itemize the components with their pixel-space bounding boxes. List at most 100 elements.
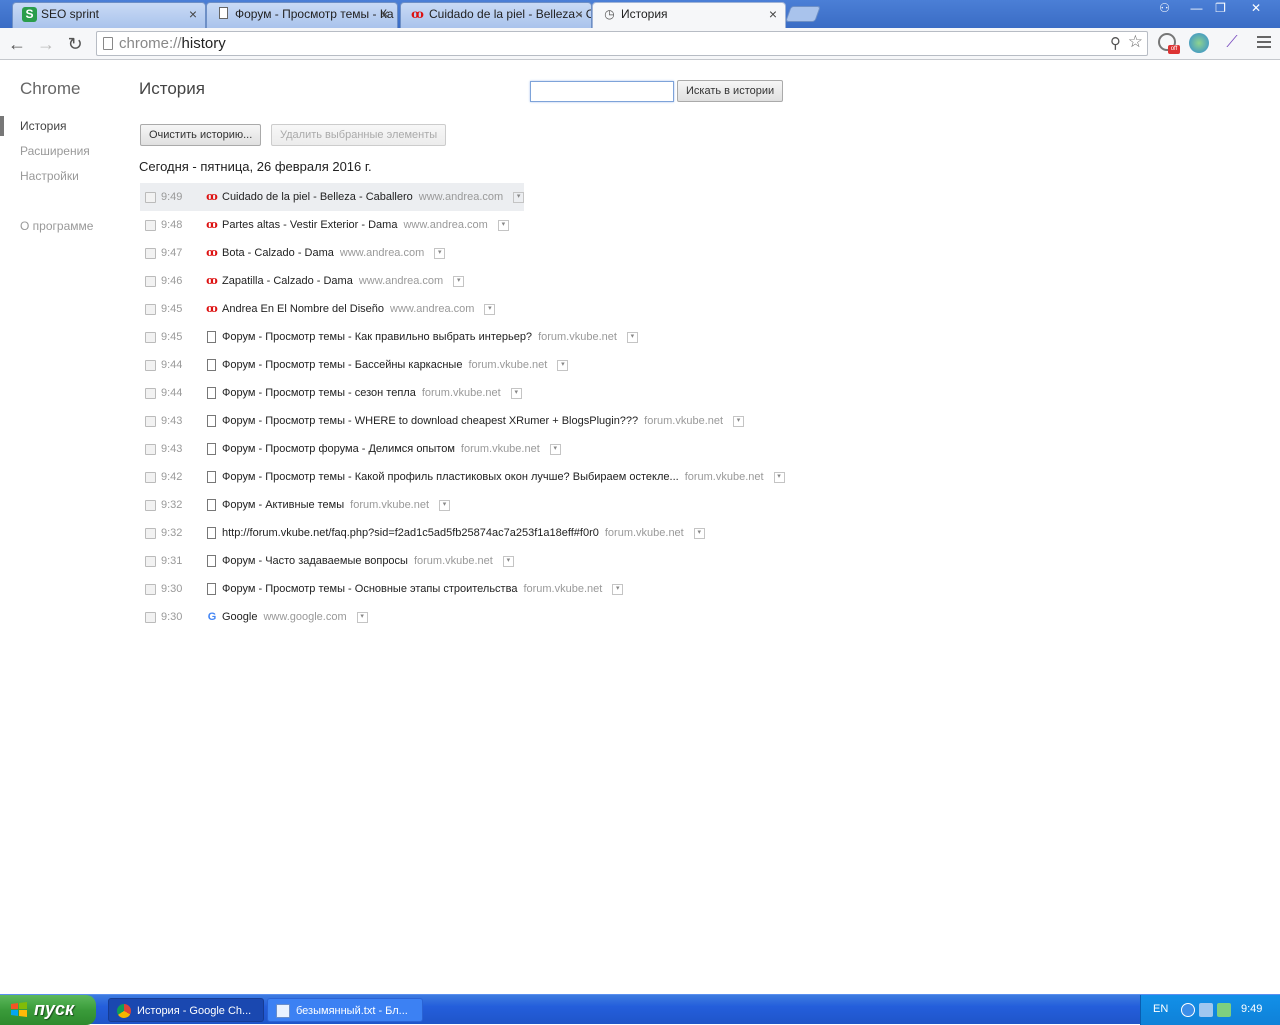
entry-title-link[interactable]: Partes altas - Vestir Exterior - Dama (222, 219, 397, 231)
entry-title-link[interactable]: Zapatilla - Calzado - Dama (222, 275, 353, 287)
close-icon[interactable]: × (575, 3, 583, 25)
entry-checkbox[interactable] (145, 611, 156, 623)
entry-domain[interactable]: forum.vkube.net (461, 443, 540, 455)
entry-domain[interactable]: www.google.com (263, 611, 346, 623)
entry-title-link[interactable]: http://forum.vkube.net/faq.php?sid=f2ad1… (222, 527, 599, 539)
entry-title-link[interactable]: Форум - Просмотр форума - Делимся опытом (222, 443, 455, 455)
menu-icon[interactable] (1254, 33, 1274, 53)
close-icon[interactable]: × (769, 3, 777, 25)
entry-domain[interactable]: www.andrea.com (403, 219, 487, 231)
entry-menu-dropdown-icon[interactable]: ▾ (484, 303, 496, 315)
entry-checkbox[interactable] (145, 303, 156, 315)
entry-menu-dropdown-icon[interactable]: ▾ (453, 275, 465, 287)
entry-menu-dropdown-icon[interactable]: ▾ (626, 331, 638, 343)
entry-title-link[interactable]: Google (222, 611, 257, 623)
entry-menu-dropdown-icon[interactable]: ▾ (693, 527, 705, 539)
entry-menu-dropdown-icon[interactable]: ▾ (557, 359, 569, 371)
history-entry[interactable]: 9:32 http://forum.vkube.net/faq.php?sid=f… (140, 519, 785, 547)
history-entry[interactable]: 9:31 Форум - Часто задаваемые вопросы foru… (140, 547, 785, 575)
entry-menu-dropdown-icon[interactable]: ▾ (733, 415, 745, 427)
entry-checkbox[interactable] (145, 415, 156, 427)
entry-menu-dropdown-icon[interactable]: ▾ (549, 443, 561, 455)
entry-menu-dropdown-icon[interactable]: ▾ (510, 387, 522, 399)
entry-domain[interactable]: forum.vkube.net (605, 527, 684, 539)
history-entry[interactable]: 9:47 ꝏ Bota - Calzado - Dama www.andrea.com… (140, 239, 785, 267)
entry-domain[interactable]: forum.vkube.net (685, 471, 764, 483)
taskbar-item-chrome[interactable]: История - Google Ch... (108, 998, 264, 1022)
entry-checkbox[interactable] (145, 331, 156, 343)
entry-menu-dropdown-icon[interactable]: ▾ (502, 555, 514, 567)
entry-title-link[interactable]: Форум - Активные темы (222, 499, 344, 511)
bookmark-star-icon[interactable]: ☆ (1128, 32, 1143, 52)
address-bar[interactable]: chrome://history ⚲ ☆ (96, 31, 1148, 56)
ext-timer-icon[interactable]: off (1158, 33, 1180, 54)
entry-domain[interactable]: www.andrea.com (419, 191, 503, 203)
entry-checkbox[interactable] (145, 527, 156, 539)
entry-title-link[interactable]: Cuidado de la piel - Belleza - Caballero (222, 191, 413, 203)
minimize-button[interactable]: — (1184, 0, 1209, 18)
sidebar-item-about[interactable]: О программе (20, 219, 93, 233)
history-entry[interactable]: 9:49 ꝏ Cuidado de la piel - Belleza - Caba… (140, 183, 524, 211)
entry-checkbox[interactable] (145, 359, 156, 371)
reload-icon[interactable]: ↻ (64, 33, 86, 55)
entry-checkbox[interactable] (145, 443, 156, 455)
entry-menu-dropdown-icon[interactable]: ▾ (612, 583, 624, 595)
close-window-button[interactable]: ✕ (1234, 0, 1278, 18)
history-entry[interactable]: 9:44 Форум - Просмотр темы - Бассейны кар… (140, 351, 785, 379)
history-entry[interactable]: 9:43 Форум - Просмотр форума - Делимся оп… (140, 435, 785, 463)
entry-domain[interactable]: forum.vkube.net (350, 499, 429, 511)
entry-menu-dropdown-icon[interactable]: ▾ (356, 611, 368, 623)
entry-title-link[interactable]: Andrea En El Nombre del Diseño (222, 303, 384, 315)
entry-title-link[interactable]: Форум - Просмотр темы - Бассейны каркасн… (222, 359, 462, 371)
entry-checkbox[interactable] (145, 247, 156, 259)
language-indicator[interactable]: EN (1153, 1003, 1168, 1015)
entry-menu-dropdown-icon[interactable]: ▾ (434, 247, 446, 259)
entry-domain[interactable]: forum.vkube.net (468, 359, 547, 371)
entry-menu-dropdown-icon[interactable]: ▾ (513, 191, 524, 203)
entry-domain[interactable]: forum.vkube.net (644, 415, 723, 427)
ext-feather-icon[interactable]: ⟋ (1222, 33, 1242, 53)
entry-domain[interactable]: www.andrea.com (390, 303, 474, 315)
history-entry[interactable]: 9:30 Форум - Просмотр темы - Основные эта… (140, 575, 785, 603)
history-entry[interactable]: 9:44 Форум - Просмотр темы - сезон тепла f… (140, 379, 785, 407)
history-entry[interactable]: 9:48 ꝏ Partes altas - Vestir Exterior - Da… (140, 211, 785, 239)
entry-domain[interactable]: forum.vkube.net (523, 583, 602, 595)
entry-checkbox[interactable] (145, 191, 156, 203)
back-icon[interactable]: ← (6, 33, 28, 55)
sidebar-item-history[interactable]: История (20, 119, 67, 133)
zoom-icon[interactable]: ⚲ (1110, 34, 1121, 52)
close-icon[interactable]: × (189, 3, 197, 25)
taskbar-item-notepad[interactable]: безымянный.txt - Бл... (267, 998, 423, 1022)
ext-globe-icon[interactable] (1189, 33, 1209, 53)
entry-title-link[interactable]: Форум - Просмотр темы - Какой профиль пл… (222, 471, 679, 483)
new-tab-button[interactable] (785, 6, 821, 22)
history-entry[interactable]: 9:32 Форум - Активные темы forum.vkube.net… (140, 491, 785, 519)
tab-forum[interactable]: Форум - Просмотр темы - Ка × (206, 2, 398, 28)
entry-domain[interactable]: forum.vkube.net (422, 387, 501, 399)
entry-domain[interactable]: www.andrea.com (340, 247, 424, 259)
entry-menu-dropdown-icon[interactable]: ▾ (497, 219, 509, 231)
history-entry[interactable]: 9:45 Форум - Просмотр темы - Как правильн… (140, 323, 785, 351)
tab-history[interactable]: ◷ История × (592, 2, 786, 29)
entry-domain[interactable]: forum.vkube.net (414, 555, 493, 567)
entry-title-link[interactable]: Форум - Просмотр темы - Основные этапы с… (222, 583, 517, 595)
start-button[interactable]: пуск (0, 995, 96, 1025)
restore-button[interactable]: ❐ (1208, 0, 1233, 18)
tray-arrow-icon[interactable] (1181, 1003, 1195, 1017)
profile-icon[interactable]: ⚇ (1152, 0, 1177, 18)
entry-title-link[interactable]: Форум - Часто задаваемые вопросы (222, 555, 408, 567)
remove-selected-button[interactable]: Удалить выбранные элементы (271, 124, 447, 146)
entry-checkbox[interactable] (145, 219, 156, 231)
entry-checkbox[interactable] (145, 555, 156, 567)
entry-checkbox[interactable] (145, 275, 156, 287)
entry-checkbox[interactable] (145, 583, 156, 595)
sidebar-item-extensions[interactable]: Расширения (20, 144, 90, 158)
tab-andrea[interactable]: ꝏ Cuidado de la piel - Belleza - C × (400, 2, 592, 28)
entry-title-link[interactable]: Форум - Просмотр темы - сезон тепла (222, 387, 416, 399)
history-entry[interactable]: 9:45 ꝏ Andrea En El Nombre del Diseño www.a… (140, 295, 785, 323)
search-history-button[interactable]: Искать в истории (677, 80, 784, 102)
entry-checkbox[interactable] (145, 387, 156, 399)
entry-checkbox[interactable] (145, 499, 156, 511)
entry-checkbox[interactable] (145, 471, 156, 483)
entry-domain[interactable]: forum.vkube.net (538, 331, 617, 343)
